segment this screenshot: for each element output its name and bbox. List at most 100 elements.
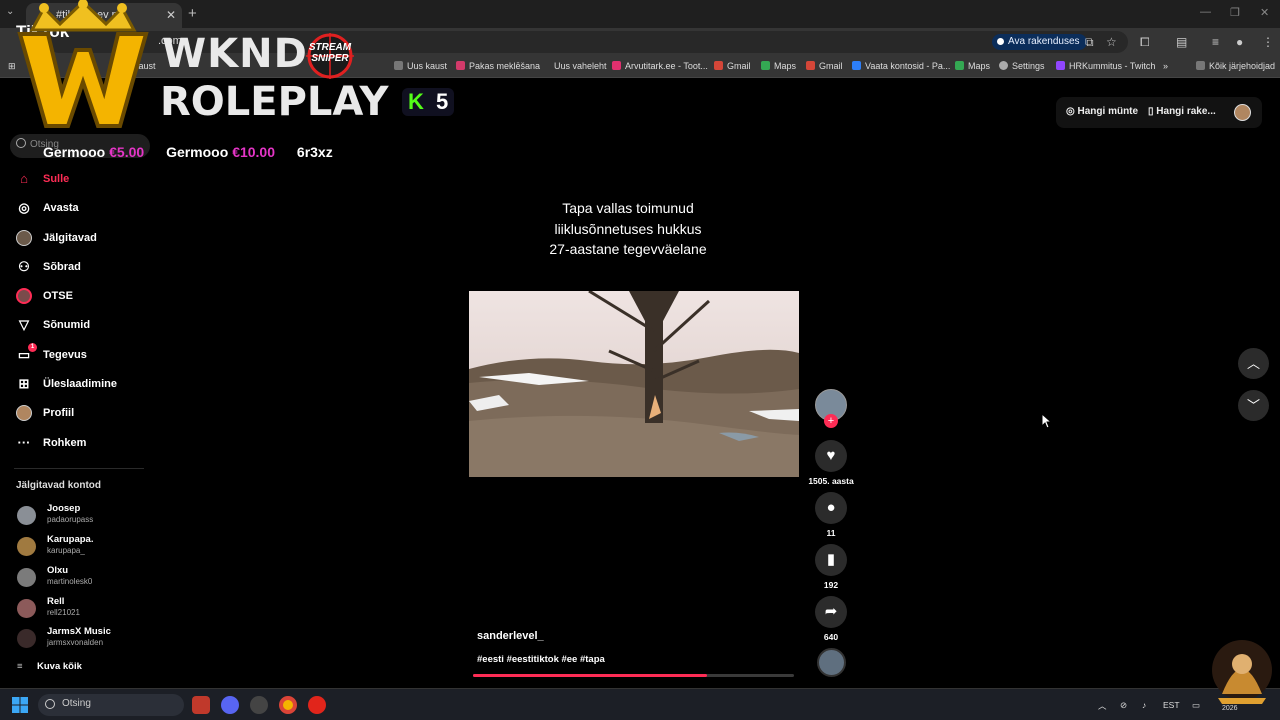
extensions-icon[interactable]: ⧠ (1140, 35, 1150, 50)
folder-icon (394, 61, 403, 70)
video-progress-bar[interactable] (473, 674, 794, 677)
obs-icon[interactable] (250, 696, 268, 714)
bookmark-item[interactable]: Settings (999, 61, 1045, 71)
bookmark-item[interactable]: Uus vaheleht (554, 61, 607, 71)
nav-item-live[interactable]: OTSE (14, 283, 154, 312)
site-icon (852, 61, 861, 70)
following-account[interactable]: JarmsX Music jarmsxvonalden (17, 626, 157, 652)
save-count: 192 (823, 580, 839, 590)
kick-badge: K 5 (402, 88, 454, 116)
microphone-icon[interactable]: ♪ (1142, 700, 1146, 710)
sidebar-nav: ⌂ Sulle ◎ Avasta Jälgitavad ⚇ Sõbrad OTS… (14, 166, 154, 459)
avatar (17, 599, 36, 618)
taskbar-app-icon[interactable] (192, 696, 210, 714)
overlay-title-line1: WKND (162, 31, 308, 77)
nav-item-more[interactable]: ··· Rohkem (14, 430, 154, 459)
bookmark-item[interactable]: Maps (955, 61, 990, 71)
get-app-button[interactable]: ▯ Hangi rake... (1148, 106, 1216, 117)
upload-icon: ⊞ (18, 376, 30, 392)
avatar-icon (16, 229, 32, 246)
windows-taskbar: Otsing ︿ ⊘ ♪ EST ▭ 2026 (0, 688, 1280, 720)
compass-icon: ◎ (18, 200, 30, 216)
nav-item-upload[interactable]: ⊞ Üleslaadimine (14, 371, 154, 400)
minimize-icon[interactable]: — (1200, 6, 1211, 18)
user-avatar[interactable] (1234, 104, 1251, 121)
nav-item-for-you[interactable]: ⌂ Sulle (14, 166, 154, 195)
friends-icon: ⚇ (18, 258, 30, 274)
donation-ticker: Germooo €5.00 Germooo €10.00 6r3xz (43, 144, 333, 160)
profile-avatar-icon[interactable]: ● (1236, 35, 1243, 49)
network-icon[interactable]: ⊘ (1120, 700, 1127, 711)
bookmark-item[interactable]: HRKummitus - Twitch (1056, 61, 1155, 71)
bookmark-item[interactable]: Gmail (806, 61, 843, 71)
bookmark-item[interactable]: Maps (761, 61, 796, 71)
get-coins-button[interactable]: ◎ Hangi münte (1066, 106, 1138, 117)
comment-button[interactable]: ● (815, 492, 847, 524)
star-icon[interactable]: ☆ (1106, 35, 1117, 49)
video-author[interactable]: sanderlevel_ (477, 630, 544, 642)
following-account[interactable]: Olxu martinolesk0 (17, 565, 157, 591)
previous-video-button[interactable]: ︿ (1238, 348, 1269, 379)
bookmark-item[interactable]: Kõik järjehoidjad (1196, 61, 1275, 71)
nav-item-activity[interactable]: ▭ 1 Tegevus (14, 342, 154, 371)
like-button[interactable]: ♥ (815, 440, 847, 472)
close-icon[interactable]: ✕ (166, 8, 176, 22)
taskbar-search[interactable]: Otsing (38, 694, 184, 716)
nav-item-following[interactable]: Jälgitavad (14, 225, 154, 254)
bookmark-item[interactable]: Uus kaust (394, 61, 447, 71)
video-hashtags[interactable]: #eesti #eestitiktok #ee #tapa (477, 654, 605, 665)
translate-icon[interactable]: ⧉ (1085, 35, 1094, 50)
save-button[interactable]: ▮ (815, 544, 847, 576)
nav-item-explore[interactable]: ◎ Avasta (14, 195, 154, 224)
media-icon[interactable]: ≡ (1212, 35, 1219, 49)
avatar (17, 506, 36, 525)
following-account[interactable]: Joosep padaorupass (17, 503, 157, 529)
more-bookmarks-icon[interactable]: » (1163, 61, 1168, 71)
menu-kebab-icon[interactable]: ⋮ (1262, 35, 1274, 49)
sidebar-icon[interactable]: ▤ (1176, 35, 1187, 49)
nav-item-friends[interactable]: ⚇ Sõbrad (14, 254, 154, 283)
bookmark-item[interactable]: Gmail (714, 61, 751, 71)
search-icon (45, 699, 55, 709)
send-icon: ▽ (19, 317, 29, 333)
home-icon: ⌂ (20, 171, 28, 186)
following-accounts-heading: Jälgitavad kontod (16, 480, 102, 491)
maps-icon (955, 61, 964, 70)
open-in-app-button[interactable]: Ava rakenduses (992, 34, 1087, 50)
following-account[interactable]: Rell rell21021 (17, 596, 157, 622)
follow-plus-icon[interactable]: + (824, 414, 838, 428)
more-icon: ··· (17, 434, 31, 450)
avatar (17, 568, 36, 587)
chevron-down-icon: ﹀ (1246, 398, 1260, 413)
following-account[interactable]: Karupapa. karupapa_ (17, 534, 157, 560)
nav-item-messages[interactable]: ▽ Sõnumid (14, 312, 154, 341)
bookmark-item[interactable]: Arvutitark.ee - Toot... (612, 61, 708, 71)
tiktok-icon (997, 38, 1004, 45)
heart-icon: ♥ (826, 447, 836, 464)
window-close-icon[interactable]: ✕ (1260, 6, 1269, 19)
video-player[interactable] (469, 291, 799, 477)
maximize-icon[interactable]: ❐ (1230, 6, 1240, 19)
site-icon (456, 61, 465, 70)
wknd-crown-logo (17, 0, 149, 128)
bookmark-item[interactable]: Pakas meklēšana (456, 61, 540, 71)
next-video-button[interactable]: ﹀ (1238, 390, 1269, 421)
gear-icon (999, 61, 1008, 70)
chrome-icon[interactable] (279, 696, 297, 714)
opera-icon[interactable] (308, 696, 326, 714)
tray-overflow-icon[interactable]: ︿ (1098, 700, 1107, 712)
share-button[interactable]: ➦ (815, 596, 847, 628)
sound-disc[interactable] (817, 648, 846, 677)
maps-icon (761, 61, 770, 70)
bookmark-item[interactable]: Vaata kontosid - Pa... (852, 61, 950, 71)
windows-start-icon[interactable] (12, 697, 28, 713)
show-all-button[interactable]: ≡ Kuva kõik (17, 661, 82, 672)
new-tab-icon[interactable]: + (188, 5, 197, 22)
comment-icon: ● (826, 499, 836, 516)
language-indicator[interactable]: EST (1163, 700, 1180, 710)
twitch-icon (1056, 61, 1065, 70)
display-icon[interactable]: ▭ (1192, 700, 1200, 711)
discord-icon[interactable] (221, 696, 239, 714)
live-icon (16, 288, 32, 305)
nav-item-profile[interactable]: Profiil (14, 400, 154, 429)
